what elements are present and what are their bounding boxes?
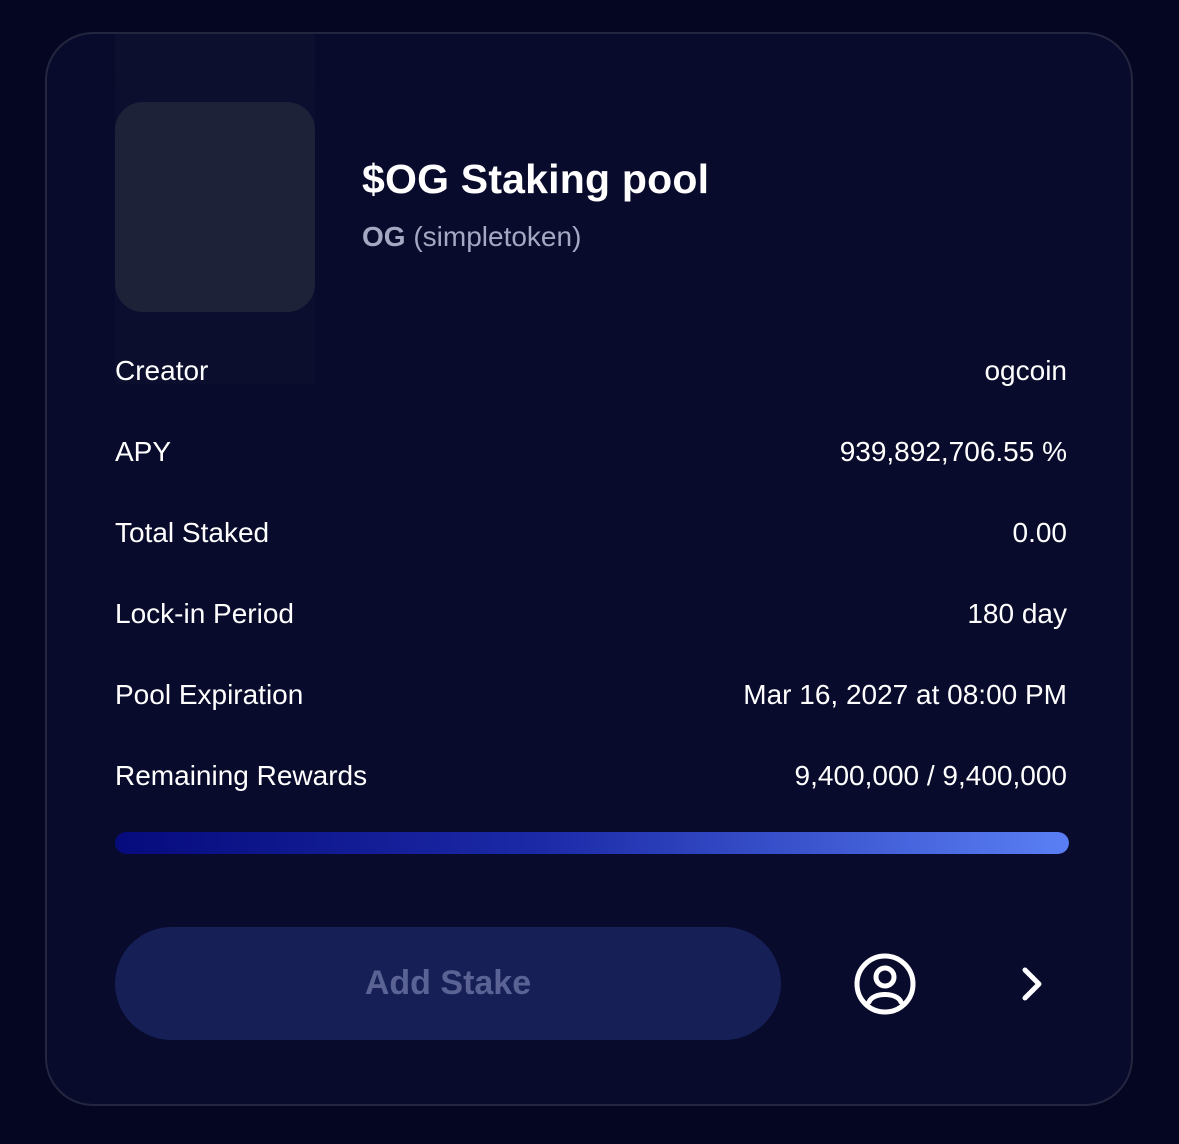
user-circle-icon <box>854 953 916 1015</box>
token-symbol: OG <box>362 221 406 252</box>
detail-label: Creator <box>115 355 209 386</box>
staking-pool-card: $OG Staking pool OG (simpletoken) Creato… <box>45 32 1133 1106</box>
detail-row-remaining-rewards: Remaining Rewards 9,400,000 / 9,400,000 <box>115 756 1067 796</box>
detail-value: Mar 16, 2027 at 08:00 PM <box>743 679 1067 710</box>
rewards-progress-fill <box>115 832 1069 854</box>
pool-subtitle: OG (simpletoken) <box>362 221 581 253</box>
detail-label: Total Staked <box>115 517 270 548</box>
detail-value: 939,892,706.55 % <box>839 436 1067 467</box>
detail-row-creator: Creator ogcoin <box>115 351 1067 391</box>
detail-value: 180 day <box>967 598 1067 629</box>
detail-value: 0.00 <box>1012 517 1068 548</box>
detail-row-total-staked: Total Staked 0.00 <box>115 513 1067 553</box>
pool-title: $OG Staking pool <box>362 156 710 202</box>
detail-label: APY <box>115 436 172 467</box>
add-stake-button[interactable]: Add Stake <box>115 927 781 1040</box>
chevron-right-icon <box>1022 967 1042 1001</box>
detail-value: ogcoin <box>984 355 1067 386</box>
rewards-progress-bar <box>115 832 1069 854</box>
detail-row-lock-in-period: Lock-in Period 180 day <box>115 594 1067 634</box>
detail-row-apy: APY 939,892,706.55 % <box>115 432 1067 472</box>
detail-value: 9,400,000 / 9,400,000 <box>794 760 1067 791</box>
detail-row-pool-expiration: Pool Expiration Mar 16, 2027 at 08:00 PM <box>115 675 1067 715</box>
detail-label: Pool Expiration <box>115 679 304 710</box>
next-button[interactable] <box>1007 958 1057 1010</box>
token-name: (simpletoken) <box>413 221 582 252</box>
detail-label: Lock-in Period <box>115 598 294 629</box>
user-button[interactable] <box>853 952 917 1016</box>
pool-avatar <box>115 102 315 312</box>
detail-label: Remaining Rewards <box>115 760 368 791</box>
